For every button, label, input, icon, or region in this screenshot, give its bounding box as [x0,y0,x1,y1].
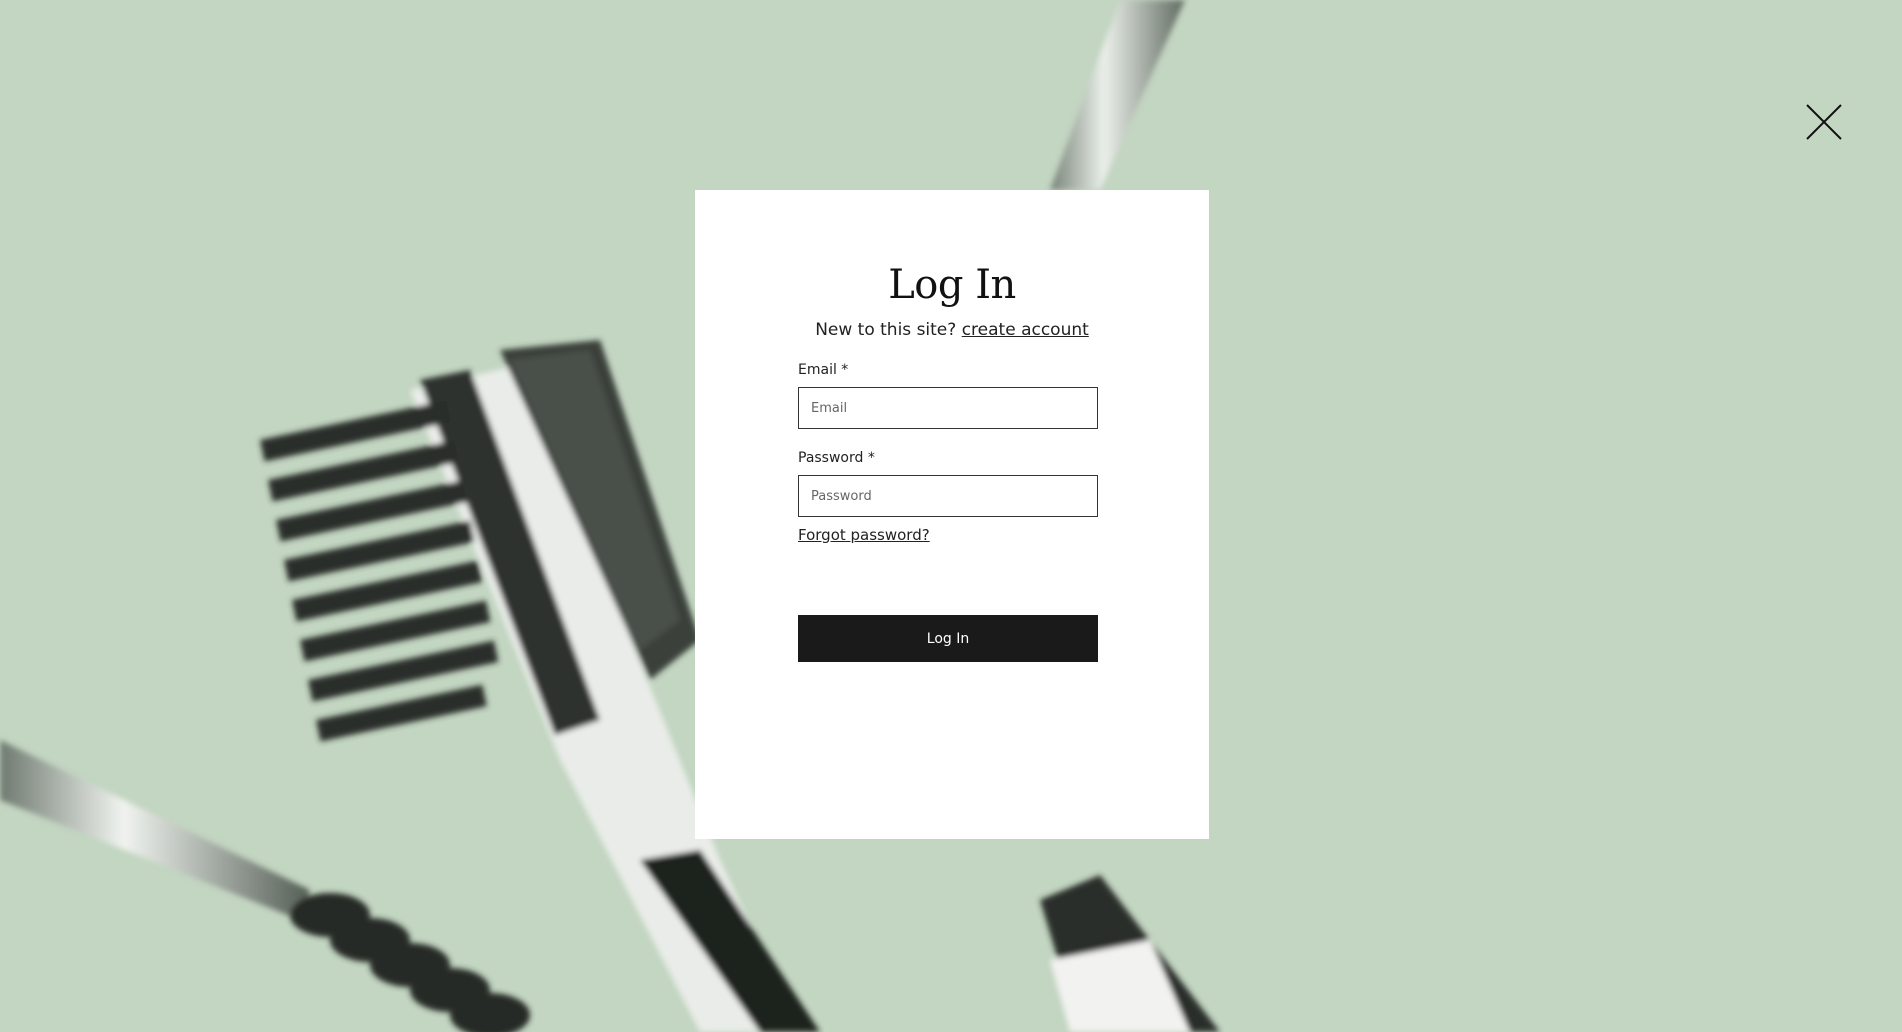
close-button[interactable] [1804,102,1844,142]
password-input[interactable] [798,475,1098,517]
dialog-title: Log In [888,262,1016,308]
close-icon [1806,104,1842,140]
signup-prompt-text: New to this site? [815,320,957,340]
signup-prompt: New to this site? create account [695,320,1209,340]
email-input[interactable] [798,387,1098,429]
login-dialog: Log In New to this site? create account … [695,190,1209,839]
password-label: Password * [798,450,875,466]
email-label: Email * [798,362,849,378]
forgot-password-link[interactable]: Forgot password? [798,526,930,544]
login-button[interactable]: Log In [798,615,1098,662]
create-account-link[interactable]: create account [962,320,1089,340]
